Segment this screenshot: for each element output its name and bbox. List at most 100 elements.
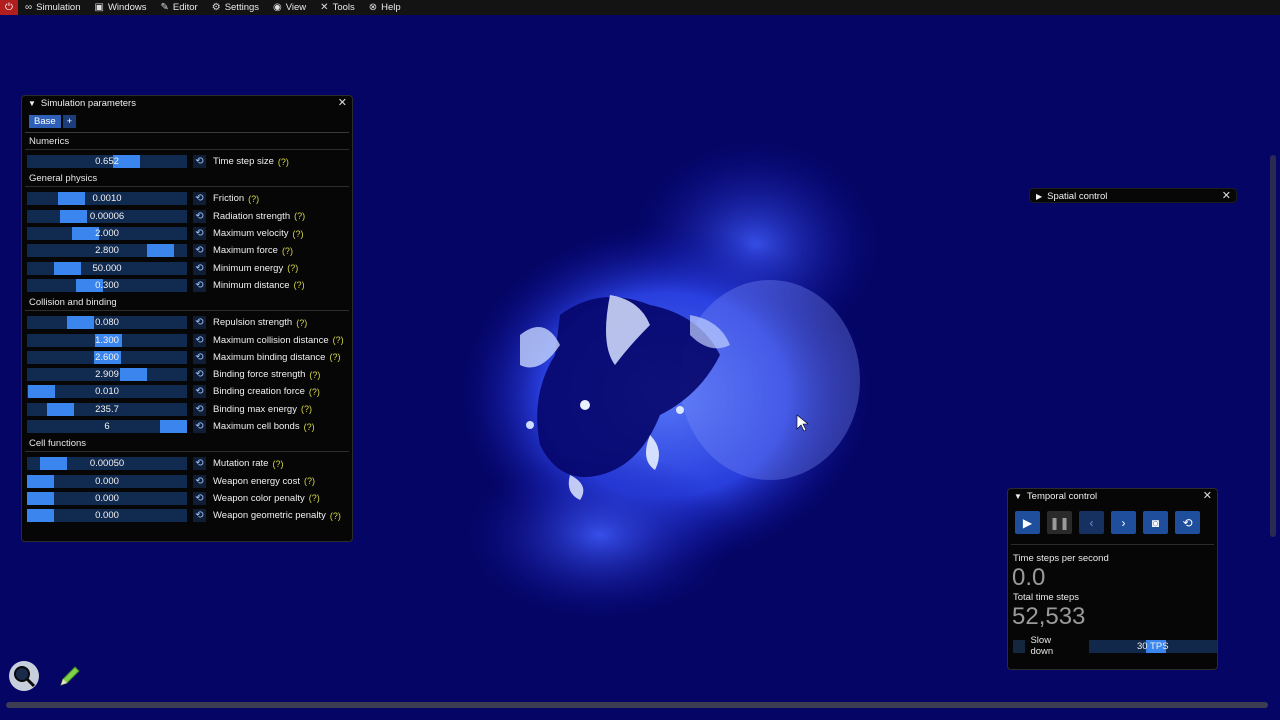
help-marker[interactable]: (?) bbox=[248, 194, 259, 204]
collapse-triangle-icon[interactable]: ▼ bbox=[1014, 492, 1022, 501]
close-icon[interactable]: ✕ bbox=[1203, 489, 1212, 502]
step-forward-button[interactable]: › bbox=[1111, 511, 1136, 534]
help-marker[interactable]: (?) bbox=[282, 246, 293, 256]
help-marker[interactable]: (?) bbox=[287, 263, 298, 273]
reset-icon[interactable]: ⟲ bbox=[193, 209, 206, 223]
help-marker[interactable]: (?) bbox=[301, 404, 312, 414]
reset-icon[interactable]: ⟲ bbox=[193, 474, 206, 488]
reset-icon[interactable]: ⟲ bbox=[193, 261, 206, 275]
parameter-slider[interactable]: 0.080 bbox=[27, 316, 187, 330]
slider-value: 2.000 bbox=[95, 228, 119, 240]
menu-view[interactable]: ◉ View bbox=[266, 0, 313, 15]
parameter-slider[interactable]: 235.7 bbox=[27, 402, 187, 416]
parameter-slider[interactable]: 2.800 bbox=[27, 244, 187, 258]
help-marker[interactable]: (?) bbox=[309, 387, 320, 397]
vertical-scrollbar[interactable] bbox=[1270, 155, 1276, 537]
inspect-button[interactable] bbox=[8, 660, 40, 692]
parameter-slider[interactable]: 0.000 bbox=[27, 491, 187, 505]
play-icon: ▶ bbox=[1022, 515, 1033, 530]
snapshot-button[interactable]: ◙ bbox=[1143, 511, 1168, 534]
play-button[interactable]: ▶ bbox=[1015, 511, 1040, 534]
tps-slider[interactable]: 30 TPS bbox=[1088, 639, 1218, 653]
menu-settings[interactable]: ⚙ Settings bbox=[205, 0, 266, 15]
help-marker[interactable]: (?) bbox=[293, 229, 304, 239]
help-marker[interactable]: (?) bbox=[272, 459, 283, 469]
parameter-slider[interactable]: 0.00006 bbox=[27, 209, 187, 223]
help-marker[interactable]: (?) bbox=[296, 318, 307, 328]
parameter-slider[interactable]: 50.000 bbox=[27, 261, 187, 275]
reset-icon[interactable]: ⟲ bbox=[193, 278, 206, 292]
reset-icon[interactable]: ⟲ bbox=[193, 192, 206, 206]
menu-simulation[interactable]: ∞ Simulation bbox=[18, 0, 88, 15]
reset-icon[interactable]: ⟲ bbox=[193, 368, 206, 382]
add-tab-button[interactable]: + bbox=[62, 115, 77, 128]
menu-help[interactable]: ⊗ Help bbox=[362, 0, 408, 15]
menu-label: Settings bbox=[224, 2, 260, 13]
step-back-button[interactable]: ‹ bbox=[1079, 511, 1104, 534]
menu-editor[interactable]: ✎ Editor bbox=[154, 0, 205, 15]
menu-label: Help bbox=[381, 2, 401, 13]
horizontal-scrollbar[interactable] bbox=[6, 702, 1268, 708]
parameter-slider[interactable]: 0.010 bbox=[27, 385, 187, 399]
parameter-slider[interactable]: 0.0010 bbox=[27, 192, 187, 206]
parameter-label: Binding force strength bbox=[213, 369, 306, 381]
slider-value: 30 TPS bbox=[1137, 640, 1169, 652]
help-marker[interactable]: (?) bbox=[294, 280, 305, 290]
parameter-slider[interactable]: 0.000 bbox=[27, 474, 187, 488]
menu-tools[interactable]: ✕ Tools bbox=[313, 0, 362, 15]
slider-value: 0.000 bbox=[95, 510, 119, 522]
parameter-slider[interactable]: 0.300 bbox=[27, 278, 187, 292]
help-marker[interactable]: (?) bbox=[330, 511, 341, 521]
parameter-label: Repulsion strength bbox=[213, 317, 293, 329]
reset-icon[interactable]: ⟲ bbox=[193, 402, 206, 416]
parameter-label: Maximum force bbox=[213, 245, 278, 257]
help-marker[interactable]: (?) bbox=[309, 493, 320, 503]
menu-label: Tools bbox=[332, 2, 355, 13]
reset-icon[interactable]: ⟲ bbox=[193, 244, 206, 258]
help-marker[interactable]: (?) bbox=[304, 422, 315, 432]
help-marker[interactable]: (?) bbox=[309, 370, 320, 380]
help-marker[interactable]: (?) bbox=[304, 476, 315, 486]
parameter-slider[interactable]: 6 bbox=[27, 420, 187, 433]
power-icon[interactable]: ⏻ bbox=[0, 0, 18, 15]
help-marker[interactable]: (?) bbox=[278, 157, 289, 167]
close-icon[interactable]: ✕ bbox=[1222, 189, 1231, 202]
reset-icon[interactable]: ⟲ bbox=[193, 155, 206, 169]
help-marker[interactable]: (?) bbox=[329, 352, 340, 362]
slider-value: 0.00006 bbox=[89, 210, 125, 222]
temporal-control-header[interactable]: ▼ Temporal control ✕ bbox=[1008, 489, 1217, 503]
spatial-control-header[interactable]: ▶ Spatial control ✕ bbox=[1030, 189, 1236, 203]
close-icon[interactable]: ✕ bbox=[338, 96, 347, 109]
reset-icon[interactable]: ⟲ bbox=[193, 227, 206, 241]
collapse-triangle-icon[interactable]: ▼ bbox=[28, 99, 36, 108]
pause-button[interactable]: ❚❚ bbox=[1047, 511, 1072, 534]
reset-icon[interactable]: ⟲ bbox=[193, 491, 206, 505]
help-marker[interactable]: (?) bbox=[333, 335, 344, 345]
parameter-slider[interactable]: 1.300 bbox=[27, 333, 187, 347]
edit-button[interactable] bbox=[54, 660, 86, 692]
reset-icon[interactable]: ⟲ bbox=[193, 509, 206, 523]
spatial-control-window: ▶ Spatial control ✕ bbox=[1029, 188, 1237, 203]
help-marker[interactable]: (?) bbox=[294, 211, 305, 221]
reset-icon[interactable]: ⟲ bbox=[193, 420, 206, 433]
parameter-slider[interactable]: 2.600 bbox=[27, 350, 187, 364]
parameter-slider[interactable]: 0.652 bbox=[27, 155, 187, 169]
menu-items: ∞ Simulation ▣ Windows ✎ Editor ⚙ Settings ◉ View… bbox=[18, 0, 408, 15]
expand-triangle-icon[interactable]: ▶ bbox=[1036, 192, 1042, 201]
slow-down-checkbox[interactable] bbox=[1013, 639, 1026, 653]
menu-windows[interactable]: ▣ Windows bbox=[88, 0, 154, 15]
parameter-tabs: Base + bbox=[25, 110, 349, 133]
parameter-slider[interactable]: 2.000 bbox=[27, 227, 187, 241]
reset-icon[interactable]: ⟲ bbox=[193, 385, 206, 399]
tab-base[interactable]: Base bbox=[29, 115, 61, 128]
simulation-parameters-header[interactable]: ▼ Simulation parameters ✕ bbox=[22, 96, 352, 110]
reset-icon[interactable]: ⟲ bbox=[193, 350, 206, 364]
reset-icon[interactable]: ⟲ bbox=[193, 333, 206, 347]
restore-button[interactable]: ⟲ bbox=[1175, 511, 1200, 534]
parameter-slider[interactable]: 2.909 bbox=[27, 368, 187, 382]
reset-icon[interactable]: ⟲ bbox=[193, 316, 206, 330]
parameter-label: Weapon energy cost bbox=[213, 475, 300, 487]
parameter-slider[interactable]: 0.000 bbox=[27, 509, 187, 523]
reset-icon[interactable]: ⟲ bbox=[193, 457, 206, 471]
parameter-slider[interactable]: 0.00050 bbox=[27, 457, 187, 471]
